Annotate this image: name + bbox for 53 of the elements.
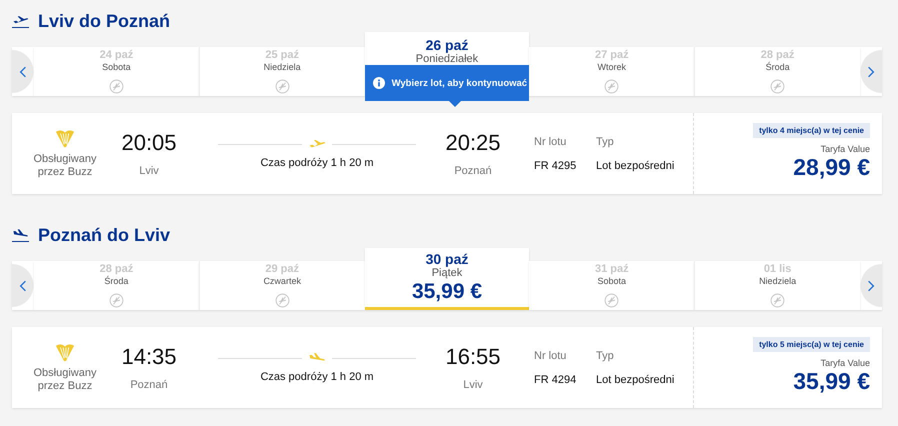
info-icon xyxy=(372,77,385,89)
flight-type: Lot bezpośredni xyxy=(596,160,674,172)
flight-card[interactable]: Obsługiwany przez Buzz 14:35 Poznań Czas podróży 1 h 20 m 16:55 Lviv Nr lotu FR 4294 Typ Lot bezpośredni tylko 5 miejsc(a) w tej cenie Taryfa Value 35,99 € xyxy=(12,327,882,408)
fare-label: Taryfa Value xyxy=(820,144,870,154)
departure-time: 14:35 xyxy=(121,344,177,370)
no-flight-icon xyxy=(604,293,620,308)
no-flight-icon xyxy=(770,293,786,308)
route-title: Poznań do Lviv xyxy=(38,224,170,246)
no-flight-icon xyxy=(604,79,620,94)
flight-type: Lot bezpośredni xyxy=(596,374,674,386)
no-flight-icon xyxy=(770,79,786,94)
price: 35,99 € xyxy=(793,368,870,395)
arrival-time: 16:55 xyxy=(445,344,501,370)
flight-number: FR 4294 xyxy=(534,374,578,386)
seats-badge: tylko 5 miejsc(a) w tej cenie xyxy=(753,337,870,352)
next-button[interactable] xyxy=(860,261,882,310)
type-label: Typ xyxy=(596,136,615,148)
harp-icon xyxy=(54,342,76,362)
harp-icon xyxy=(54,128,76,148)
date-tab[interactable]: 30 paź Piątek 35,99 € xyxy=(364,248,530,310)
seats-badge: tylko 4 miejsc(a) w tej cenie xyxy=(753,123,870,138)
next-button[interactable] xyxy=(860,47,882,96)
route-title: Lviv do Poznań xyxy=(38,10,170,32)
duration-label: Czas podróży 1 h 20 m xyxy=(260,157,374,169)
chevron-left-icon xyxy=(19,278,27,292)
flight-number: FR 4295 xyxy=(534,160,578,172)
duration-label: Czas podróży 1 h 20 m xyxy=(260,371,374,383)
operator-label: Obsługiwany przez Buzz xyxy=(32,366,98,392)
chevron-right-icon xyxy=(866,64,875,78)
departure-city: Lviv xyxy=(139,165,159,177)
plane-icon xyxy=(308,138,326,150)
plane-icon xyxy=(12,14,29,28)
no-flight-icon xyxy=(274,293,290,308)
plane-icon xyxy=(12,228,29,242)
arrival-time: 20:25 xyxy=(445,130,501,156)
flight-number-label: Nr lotu xyxy=(534,136,568,148)
arrival-city: Poznań xyxy=(454,165,492,177)
previous-button[interactable] xyxy=(12,47,34,96)
no-flight-icon xyxy=(108,79,124,94)
flight-number-label: Nr lotu xyxy=(534,350,568,362)
flight-card[interactable]: Obsługiwany przez Buzz 20:05 Lviv Czas podróży 1 h 20 m 20:25 Poznań Nr lotu FR 4295 Typ Lot bezpośredni tylko 4 miejsc(a) w tej cenie Taryfa Value 28,99 € xyxy=(12,113,882,194)
type-label: Typ xyxy=(596,350,615,362)
price: 28,99 € xyxy=(793,154,870,181)
chevron-right-icon xyxy=(866,278,875,292)
fare-label: Taryfa Value xyxy=(820,358,870,368)
no-flight-icon xyxy=(108,293,124,308)
no-flight-icon xyxy=(274,79,290,94)
chevron-left-icon xyxy=(19,64,27,78)
previous-button[interactable] xyxy=(12,261,34,310)
operator-label: Obsługiwany przez Buzz xyxy=(32,152,98,178)
departure-time: 20:05 xyxy=(121,130,177,156)
arrival-city: Lviv xyxy=(463,379,483,391)
departure-city: Poznań xyxy=(130,379,168,391)
